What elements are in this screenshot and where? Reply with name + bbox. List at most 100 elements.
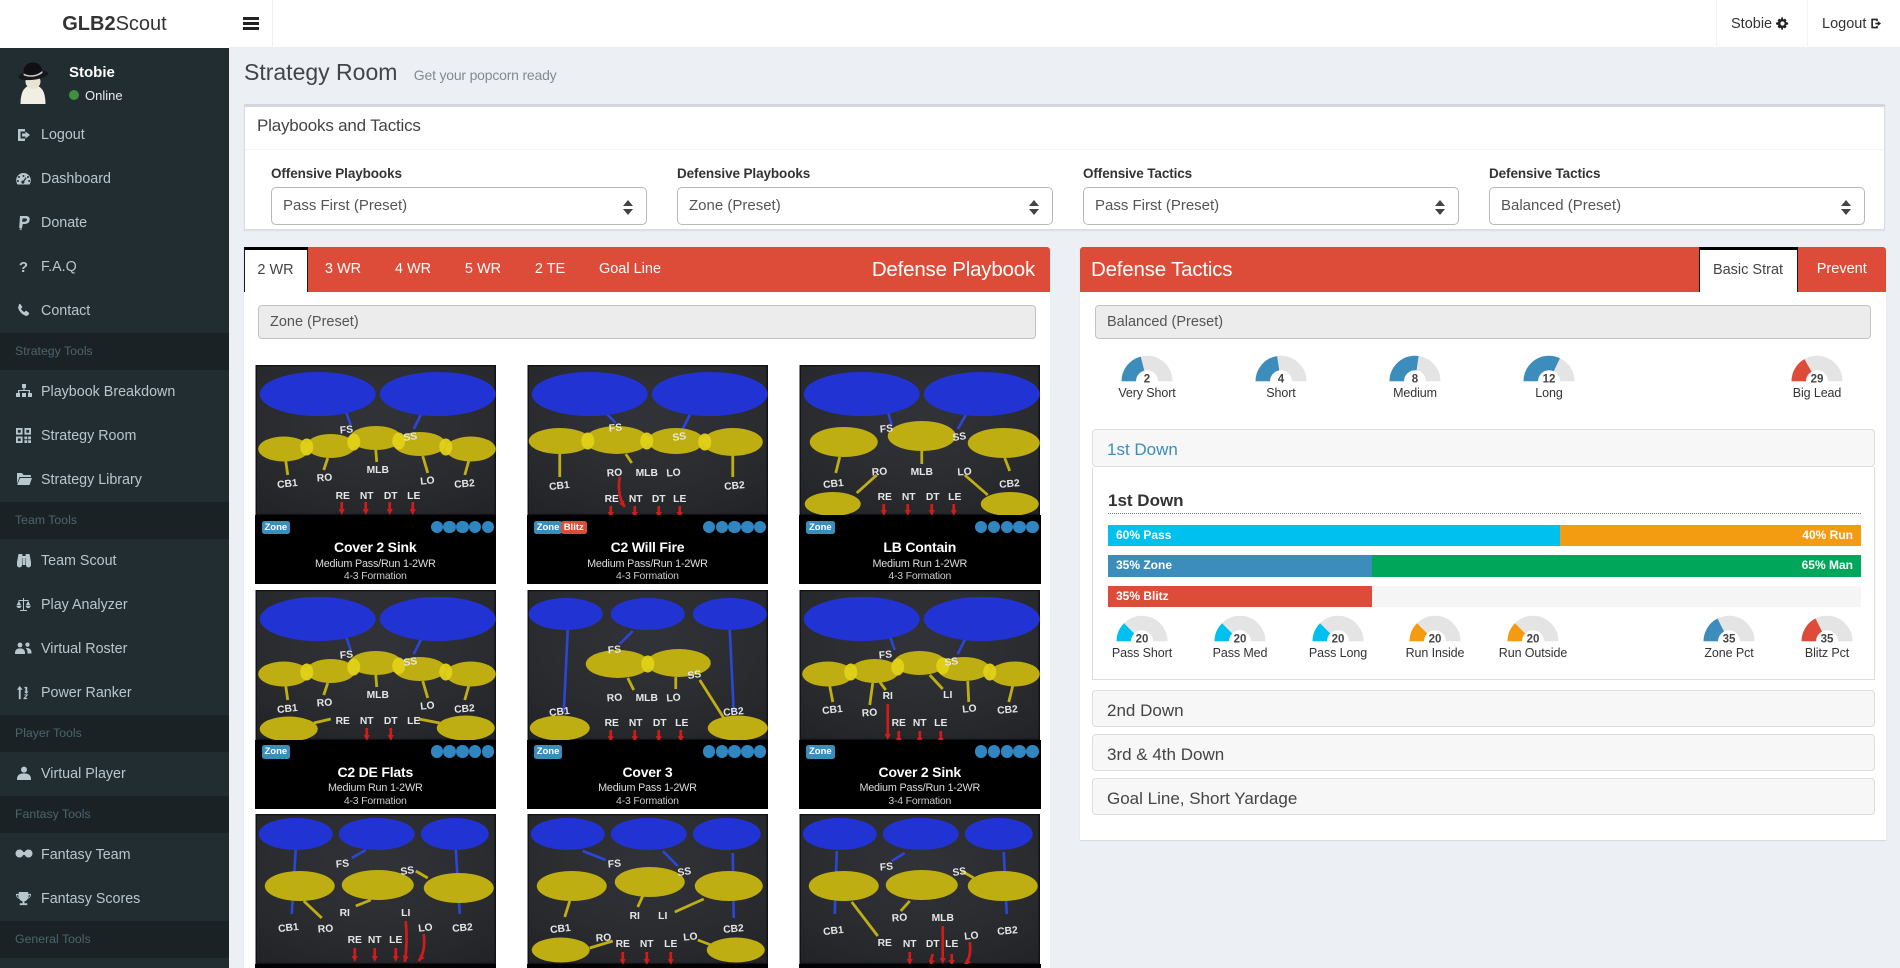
svg-text:LO: LO	[419, 700, 434, 712]
svg-text:NT: NT	[903, 939, 917, 950]
svg-text:LE: LE	[675, 718, 688, 729]
svg-text:LI: LI	[658, 911, 667, 922]
svg-text:RE: RE	[335, 716, 349, 727]
svg-text:SS: SS	[952, 866, 967, 879]
svg-text:CB1: CB1	[823, 478, 845, 491]
svg-text:SS: SS	[672, 431, 687, 444]
svg-text:LO: LO	[666, 468, 681, 480]
svg-text:RE: RE	[615, 939, 629, 950]
svg-text:RI: RI	[339, 908, 349, 919]
svg-text:NT: NT	[359, 491, 373, 502]
svg-text:RE: RE	[347, 935, 361, 946]
svg-text:NT: NT	[640, 939, 654, 950]
svg-text:DT: DT	[653, 718, 667, 729]
svg-text:RE: RE	[878, 492, 892, 503]
svg-text:RO: RO	[861, 707, 877, 719]
svg-text:20: 20	[1136, 633, 1149, 643]
svg-text:2: 2	[1144, 373, 1150, 383]
svg-text:DT: DT	[383, 716, 397, 727]
svg-text:SS: SS	[952, 431, 967, 444]
svg-text:FS: FS	[879, 861, 893, 873]
svg-text:MLB: MLB	[635, 468, 657, 479]
svg-text:LO: LO	[417, 922, 432, 934]
svg-text:FS: FS	[335, 858, 349, 870]
svg-text:LE: LE	[389, 935, 402, 946]
svg-text:LI: LI	[401, 908, 410, 919]
svg-text:RO: RO	[891, 912, 907, 924]
svg-text:NT: NT	[367, 935, 381, 946]
svg-text:8: 8	[1412, 373, 1419, 383]
svg-text:CB1: CB1	[549, 923, 571, 936]
svg-text:RO: RO	[595, 932, 611, 944]
svg-text:NT: NT	[359, 716, 373, 727]
svg-text:CB2: CB2	[453, 478, 475, 491]
svg-text:FS: FS	[607, 644, 621, 656]
svg-text:4: 4	[1278, 373, 1285, 383]
svg-text:RO: RO	[871, 466, 887, 478]
svg-text:CB1: CB1	[822, 703, 844, 716]
svg-text:RO: RO	[317, 923, 333, 935]
svg-text:20: 20	[1429, 633, 1442, 643]
svg-text:MLB: MLB	[366, 465, 388, 476]
svg-text:RE: RE	[604, 494, 618, 505]
svg-text:LE: LE	[673, 494, 686, 505]
svg-text:CB2: CB2	[999, 478, 1021, 491]
svg-text:RE: RE	[892, 718, 906, 729]
svg-text:RI: RI	[629, 911, 639, 922]
svg-text:NT: NT	[629, 494, 643, 505]
svg-text:CB2: CB2	[722, 923, 744, 936]
svg-text:CB2: CB2	[453, 703, 475, 716]
svg-text:FS: FS	[339, 649, 353, 661]
svg-text:DT: DT	[926, 939, 940, 950]
svg-text:LO: LO	[419, 475, 434, 487]
svg-text:CB1: CB1	[276, 702, 298, 715]
svg-text:MLB: MLB	[366, 690, 388, 701]
svg-text:NT: NT	[629, 718, 643, 729]
svg-text:CB1: CB1	[276, 478, 298, 491]
svg-text:35: 35	[1723, 633, 1736, 643]
svg-text:FS: FS	[878, 649, 892, 661]
svg-text:CB1: CB1	[277, 922, 299, 935]
svg-text:MLB: MLB	[911, 467, 933, 478]
svg-text:20: 20	[1527, 633, 1540, 643]
svg-text:LO: LO	[962, 703, 977, 715]
svg-text:NT: NT	[902, 492, 916, 503]
svg-text:CB1: CB1	[548, 705, 570, 718]
svg-text:LE: LE	[934, 718, 947, 729]
svg-text:LE: LE	[407, 491, 420, 502]
svg-text:MLB: MLB	[932, 913, 954, 924]
svg-text:SS: SS	[402, 656, 417, 669]
svg-text:RO: RO	[606, 467, 622, 479]
svg-text:SS: SS	[399, 865, 414, 878]
svg-text:DT: DT	[652, 494, 666, 505]
svg-text:CB2: CB2	[451, 922, 473, 935]
svg-text:CB2: CB2	[722, 706, 744, 719]
svg-text:LO: LO	[957, 467, 972, 479]
svg-text:SS: SS	[677, 866, 692, 879]
svg-text:CB1: CB1	[548, 480, 570, 493]
svg-text:LE: LE	[664, 939, 677, 950]
svg-text:SS: SS	[687, 669, 702, 682]
svg-text:29: 29	[1811, 373, 1824, 383]
svg-text:LO: LO	[682, 931, 697, 943]
svg-text:FS: FS	[608, 422, 622, 434]
svg-text:NT: NT	[913, 718, 927, 729]
svg-text:CB2: CB2	[723, 480, 745, 493]
svg-text:MLB: MLB	[635, 693, 657, 704]
svg-text:LO: LO	[964, 930, 979, 942]
svg-text:FS: FS	[879, 423, 893, 435]
svg-text:20: 20	[1234, 633, 1247, 643]
svg-text:RI: RI	[883, 691, 893, 702]
svg-text:12: 12	[1543, 373, 1556, 383]
svg-text:LE: LE	[407, 716, 420, 727]
svg-text:DT: DT	[926, 492, 940, 503]
svg-text:RE: RE	[604, 718, 618, 729]
svg-text:CB2: CB2	[997, 925, 1019, 938]
svg-text:LO: LO	[666, 692, 681, 704]
svg-text:CB2: CB2	[997, 704, 1019, 717]
svg-text:LI: LI	[943, 690, 952, 701]
svg-text:35: 35	[1821, 633, 1834, 643]
svg-text:RE: RE	[878, 938, 892, 949]
svg-text:DT: DT	[383, 491, 397, 502]
svg-text:FS: FS	[339, 424, 353, 436]
